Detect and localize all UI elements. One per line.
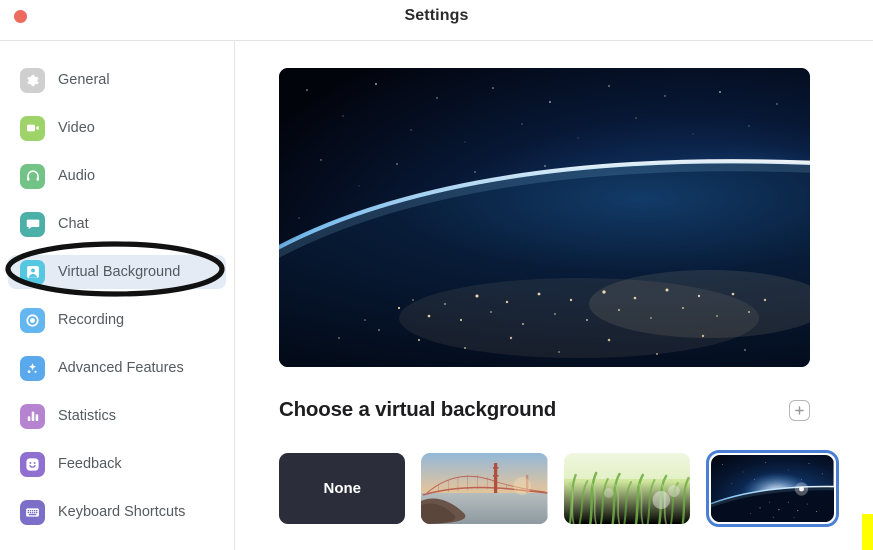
thumbnail-label: None <box>323 480 361 497</box>
sidebar-item-label: Video <box>58 120 95 136</box>
sidebar-item-audio[interactable]: Audio <box>8 159 226 193</box>
main-content: Choose a virtual background None <box>236 41 873 550</box>
bar-chart-icon <box>20 403 45 429</box>
sidebar-item-label: Feedback <box>58 456 122 472</box>
section-header: Choose a virtual background <box>279 393 810 427</box>
sidebar-item-label: Virtual Background <box>58 264 181 280</box>
sidebar-item-label: Audio <box>58 168 96 184</box>
keyboard-icon <box>20 499 45 525</box>
background-thumbnail-bridge[interactable] <box>421 453 548 524</box>
sidebar-item-label: Keyboard Shortcuts <box>58 504 186 520</box>
sidebar-item-advanced-features[interactable]: Advanced Features <box>8 351 226 385</box>
gear-icon <box>20 67 45 93</box>
sidebar-item-label: Chat <box>58 216 89 232</box>
sidebar-item-label: Statistics <box>58 408 117 424</box>
record-circle-icon <box>20 307 45 333</box>
settings-sidebar: General Video Audio Chat Virtual Backgro… <box>0 41 235 550</box>
sidebar-item-virtual-background[interactable]: Virtual Background <box>8 255 226 289</box>
add-background-icon[interactable] <box>789 399 810 421</box>
sidebar-item-label: Recording <box>58 312 125 328</box>
video-preview <box>279 68 810 367</box>
background-thumbnail-list: None <box>279 450 839 531</box>
sidebar-item-video[interactable]: Video <box>8 111 226 145</box>
settings-window: Settings General Video Audio Chat Virtua… <box>0 0 873 550</box>
sidebar-item-keyboard-shortcuts[interactable]: Keyboard Shortcuts <box>8 495 226 529</box>
page-title: Choose a virtual background <box>279 398 557 421</box>
sparkles-icon <box>20 355 45 381</box>
background-thumbnail-earth[interactable] <box>706 450 839 527</box>
speech-bubble-icon <box>20 211 45 237</box>
smiley-face-icon <box>20 451 45 477</box>
person-portrait-icon <box>20 259 45 285</box>
background-thumbnail-grass[interactable] <box>563 453 691 524</box>
sidebar-item-feedback[interactable]: Feedback <box>8 447 226 481</box>
title-bar: Settings <box>0 0 873 41</box>
headphones-icon <box>20 163 45 189</box>
video-camera-icon <box>20 115 45 141</box>
sidebar-item-label: Advanced Features <box>58 360 184 376</box>
sidebar-item-label: General <box>58 72 110 88</box>
sidebar-item-general[interactable]: General <box>8 63 226 97</box>
background-thumbnail-none[interactable]: None <box>279 453 406 524</box>
sidebar-item-recording[interactable]: Recording <box>8 303 226 337</box>
window-title: Settings <box>404 7 469 24</box>
annotation-marker <box>862 514 873 550</box>
sidebar-item-statistics[interactable]: Statistics <box>8 399 226 433</box>
sidebar-item-chat[interactable]: Chat <box>8 207 226 241</box>
